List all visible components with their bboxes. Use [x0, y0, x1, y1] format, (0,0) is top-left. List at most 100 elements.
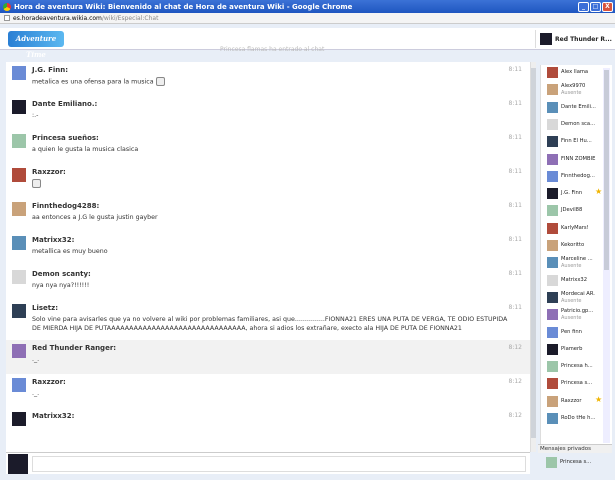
current-user[interactable]: Red Thunder R... — [535, 30, 613, 48]
message-row: J.G. Finn: 8:11 metalica es una ofensa par… — [6, 62, 530, 96]
message-body: a quien le gusta la musica clasica — [32, 146, 139, 153]
avatar — [547, 188, 558, 200]
message-time: 8:11 — [508, 202, 522, 209]
user-name: Kekoritto — [561, 242, 585, 248]
avatar[interactable] — [12, 344, 26, 358]
page-icon — [4, 15, 10, 21]
user-list-item[interactable]: Raxzzor ★ — [541, 394, 611, 410]
user-list-item[interactable]: J.G. Finn ★ — [541, 186, 611, 202]
message-text: metallica es muy bueno — [32, 247, 512, 256]
user-list-item[interactable]: Patricio.gp... Ausente — [541, 307, 611, 323]
message-author[interactable]: Raxzzor: — [32, 378, 66, 386]
avatar[interactable] — [12, 66, 26, 80]
private-messages-header[interactable]: Mensajes privados — [538, 444, 612, 453]
message-row: Raxzzor: 8:12 ._. — [6, 374, 530, 408]
wiki-logo[interactable]: Adventure Time — [8, 31, 64, 59]
user-list-item[interactable]: Matrixx32 — [541, 273, 611, 289]
avatar — [547, 378, 558, 390]
message-row: Lisetz: 8:11 Solo vine para avisarles que … — [6, 300, 530, 340]
avatar — [547, 309, 558, 321]
message-time: 8:11 — [508, 304, 522, 311]
user-list-item[interactable]: Finnthedog... — [541, 169, 611, 185]
user-list-scrollbar[interactable] — [603, 68, 610, 443]
user-list-item[interactable]: Kekoritto — [541, 238, 611, 254]
user-list-item[interactable]: Dante Emili... — [541, 100, 611, 116]
avatar[interactable] — [12, 236, 26, 250]
user-list-item[interactable]: JDevil88 — [541, 203, 611, 219]
user-list-item[interactable]: Princesa s... — [541, 376, 611, 392]
message-author[interactable]: Matrixx32: — [32, 412, 74, 420]
user-status: Ausente — [561, 263, 582, 270]
message-text: a quien le gusta la musica clasica — [32, 145, 512, 154]
private-user-name: Princesa s... — [560, 459, 592, 465]
user-name: KarlyMars! — [561, 224, 589, 231]
message-author[interactable]: Matrixx32: — [32, 236, 74, 244]
avatar[interactable] — [12, 270, 26, 284]
message-text — [32, 179, 512, 189]
message-author[interactable]: J.G. Finn: — [32, 66, 68, 74]
avatar[interactable] — [12, 378, 26, 392]
user-list-item[interactable]: Demon sca... — [541, 117, 611, 133]
message-input-bar — [6, 452, 530, 474]
window-title-bar: Hora de aventura Wiki: Bienvenido al cha… — [0, 0, 615, 13]
message-time: 8:12 — [508, 344, 522, 351]
message-input[interactable] — [32, 456, 526, 472]
message-time: 8:12 — [508, 412, 522, 419]
avatar[interactable] — [12, 412, 26, 426]
address-bar[interactable]: es.horadeaventura.wikia.com/wiki/Especia… — [0, 13, 615, 24]
user-list-item[interactable]: KarlyMars! — [541, 221, 611, 237]
avatar — [547, 361, 558, 373]
message-text: :.- — [32, 111, 512, 120]
message-text: ._. — [32, 355, 512, 364]
user-list-item[interactable]: Finn El Hu... — [541, 134, 611, 150]
message-author[interactable]: Dante Emiliano.: — [32, 100, 97, 108]
user-name: Mordecai AR. — [561, 290, 595, 297]
minimize-button[interactable]: _ — [578, 1, 589, 12]
avatar[interactable] — [12, 202, 26, 216]
message-list[interactable]: J.G. Finn: 8:11 metalica es una ofensa par… — [6, 62, 530, 452]
user-list-item[interactable]: Marceline ... Ausente — [541, 255, 611, 271]
message-body: Solo vine para avisarles que ya no volve… — [32, 316, 508, 332]
avatar[interactable] — [12, 168, 26, 182]
message-author[interactable]: Demon scanty: — [32, 270, 91, 278]
user-list[interactable]: Alex llama Alex9970 Ausente Dante Emili... D… — [540, 65, 612, 445]
user-name: Pen finn — [561, 328, 582, 335]
moderator-star-icon: ★ — [595, 394, 603, 404]
user-list-item[interactable]: Plamerb — [541, 342, 611, 358]
scrollbar-thumb[interactable] — [604, 70, 609, 270]
scrollbar-thumb[interactable] — [531, 68, 536, 438]
user-name: Princesa h... — [561, 363, 593, 370]
avatar — [547, 170, 558, 182]
user-name: J.G. Finn — [561, 190, 583, 197]
avatar[interactable] — [12, 100, 26, 114]
avatar — [547, 84, 558, 96]
message-author[interactable]: Red Thunder Ranger: — [32, 344, 116, 352]
user-name: RoDo tHe h... — [561, 415, 596, 421]
user-list-item[interactable]: RoDo tHe h... — [541, 411, 611, 427]
user-list-item[interactable]: FINN ZOMBIE — [541, 152, 611, 168]
user-list-item[interactable]: Alex9970 Ausente — [541, 82, 611, 98]
user-name: Plamerb — [561, 345, 583, 352]
maximize-button[interactable]: □ — [590, 1, 601, 12]
user-list-item[interactable]: Princesa h... — [541, 359, 611, 375]
message-body: ._. — [32, 390, 40, 397]
user-name: Raxzzor — [561, 397, 582, 404]
message-author[interactable]: Finnthedog4288: — [32, 202, 99, 210]
message-author[interactable]: Lisetz: — [32, 304, 58, 312]
avatar[interactable] — [12, 134, 26, 148]
avatar — [547, 136, 558, 148]
message-row: Matrixx32: 8:12 — [6, 408, 530, 442]
private-user-item[interactable]: Princesa s... — [540, 456, 612, 470]
message-scrollbar[interactable] — [530, 62, 536, 452]
avatar[interactable] — [12, 304, 26, 318]
message-author[interactable]: Princesa sueños: — [32, 134, 99, 142]
avatar — [547, 101, 558, 113]
user-name: Finn El Hu... — [561, 138, 592, 145]
user-list-item[interactable]: Mordecai AR. Ausente — [541, 290, 611, 306]
user-list-item[interactable]: Pen finn — [541, 325, 611, 341]
close-button[interactable]: X — [602, 1, 613, 12]
message-text: Solo vine para avisarles que ya no volve… — [32, 315, 512, 333]
user-list-item[interactable]: Alex llama — [541, 65, 611, 81]
avatar — [547, 257, 558, 269]
message-author[interactable]: Raxzzor: — [32, 168, 66, 176]
